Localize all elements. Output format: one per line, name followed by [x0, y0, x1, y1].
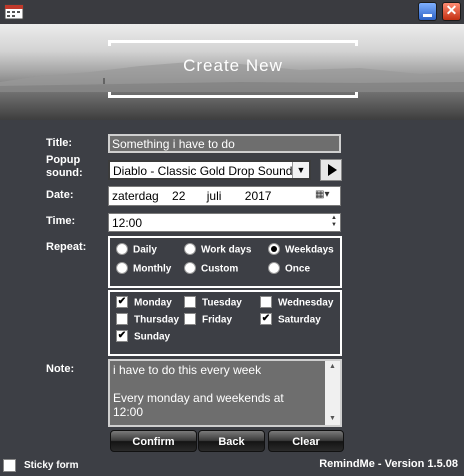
date-weekday: zaterdag	[112, 189, 159, 203]
date-picker[interactable]: zaterdag 22 juli 2017 ▦▾	[108, 186, 341, 206]
repeat-monthly-label: Monthly	[133, 263, 172, 275]
date-label: Date:	[46, 189, 74, 201]
time-label: Time:	[46, 215, 76, 227]
checkbox-checked-icon: ✔	[116, 330, 128, 342]
repeat-weekdays[interactable]: Weekdays	[268, 243, 334, 256]
day-monday-label: Monday	[134, 297, 172, 309]
checkbox-icon	[3, 459, 16, 472]
note-scrollbar[interactable]: ▲ ▼	[325, 361, 340, 425]
sound-label-line2: sound:	[46, 167, 83, 179]
date-year: 2017	[244, 189, 272, 203]
clear-button[interactable]: Clear	[268, 430, 344, 452]
repeat-once-label: Once	[285, 263, 311, 275]
checkbox-icon	[184, 313, 196, 325]
title-label: Title:	[46, 137, 73, 149]
scroll-up-icon[interactable]: ▲	[325, 361, 340, 373]
sound-selected-value: Diablo - Classic Gold Drop Sound	[113, 164, 293, 178]
radio-selected-icon	[268, 243, 280, 255]
sound-dropdown[interactable]: Diablo - Classic Gold Drop Sound ▼	[108, 160, 311, 180]
close-button[interactable]: ✕	[442, 2, 461, 21]
days-group: ✔ Monday Tuesday Wednesday Thursday Frida…	[108, 290, 342, 356]
spinner-icon[interactable]: ▲ ▼	[329, 215, 339, 230]
radio-icon	[268, 262, 280, 274]
repeat-custom[interactable]: Custom	[184, 262, 239, 275]
repeat-daily[interactable]: Daily	[116, 243, 157, 256]
time-value: 12:00	[112, 216, 143, 230]
repeat-custom-label: Custom	[201, 263, 239, 275]
scroll-down-icon[interactable]: ▼	[325, 413, 340, 425]
radio-icon	[116, 262, 128, 274]
version-label: RemindMe - Version 1.5.08	[319, 458, 458, 470]
day-sunday-label: Sunday	[134, 331, 171, 343]
checkbox-checked-icon: ✔	[260, 313, 272, 325]
back-button[interactable]: Back	[198, 430, 265, 452]
day-saturday[interactable]: ✔ Saturday	[260, 313, 321, 326]
repeat-workdays[interactable]: Work days	[184, 243, 252, 256]
close-icon: ✕	[445, 2, 458, 18]
note-textarea[interactable]: i have to do this every week Every monda…	[108, 359, 342, 427]
sound-label-line1: Popup	[46, 154, 81, 166]
banner-title: Create New	[183, 56, 283, 75]
day-friday-label: Friday	[202, 314, 233, 326]
day-thursday[interactable]: Thursday	[116, 313, 180, 326]
calendar-dropdown-icon[interactable]: ▦▾	[315, 189, 337, 203]
repeat-label: Repeat:	[46, 241, 87, 253]
day-wednesday[interactable]: Wednesday	[260, 296, 334, 309]
calendar-app-icon	[4, 4, 24, 20]
minimize-button[interactable]	[418, 2, 437, 21]
day-tuesday[interactable]: Tuesday	[184, 296, 242, 309]
title-input[interactable]: Something i have to do	[108, 134, 341, 153]
header-banner: Create New	[0, 24, 464, 120]
title-bar: ✕	[0, 0, 464, 24]
radio-icon	[184, 243, 196, 255]
day-friday[interactable]: Friday	[184, 313, 233, 326]
checkbox-icon	[260, 296, 272, 308]
sticky-form-label: Sticky form	[24, 460, 79, 472]
day-thursday-label: Thursday	[134, 314, 180, 326]
date-month: juli	[206, 189, 222, 203]
chevron-down-icon: ▼	[292, 162, 309, 178]
note-label: Note:	[46, 363, 75, 375]
repeat-monthly[interactable]: Monthly	[116, 262, 172, 275]
repeat-weekdays-label: Weekdays	[285, 244, 334, 256]
day-wednesday-label: Wednesday	[278, 297, 334, 309]
banner-frame-bottom	[108, 92, 358, 98]
checkbox-checked-icon: ✔	[116, 296, 128, 308]
day-sunday[interactable]: ✔ Sunday	[116, 330, 171, 343]
checkbox-icon	[184, 296, 196, 308]
time-input[interactable]: 12:00 ▲ ▼	[108, 213, 341, 232]
day-saturday-label: Saturday	[278, 314, 321, 326]
date-day: 22	[172, 189, 186, 203]
checkbox-icon	[116, 313, 128, 325]
banner-frame-top	[108, 40, 358, 46]
radio-icon	[184, 262, 196, 274]
day-monday[interactable]: ✔ Monday	[116, 296, 172, 309]
repeat-workdays-label: Work days	[201, 244, 252, 256]
radio-icon	[116, 243, 128, 255]
day-tuesday-label: Tuesday	[202, 297, 242, 309]
repeat-group: Daily Work days Weekdays Monthly Custom …	[108, 236, 342, 288]
repeat-daily-label: Daily	[133, 244, 157, 256]
confirm-button[interactable]: Confirm	[110, 430, 197, 452]
play-sound-button[interactable]	[320, 159, 342, 181]
sticky-form-checkbox[interactable]: Sticky form	[3, 459, 78, 472]
repeat-once[interactable]: Once	[268, 262, 311, 275]
